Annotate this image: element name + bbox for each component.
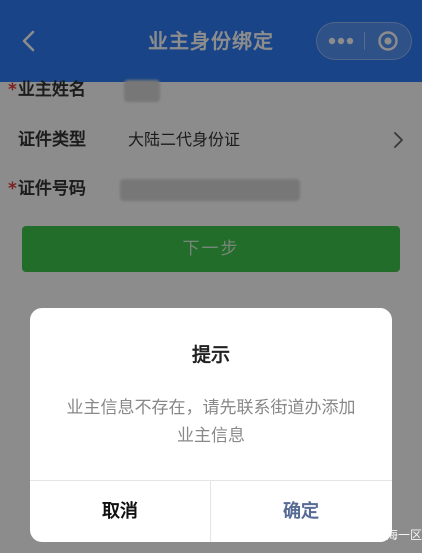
dialog-title: 提示 xyxy=(191,344,230,366)
wechat-official-account-icon xyxy=(301,526,320,541)
cancel-button[interactable]: 取消 xyxy=(30,481,210,542)
alert-dialog: 提示 业主信息不存在，请先联系街道办添加业主信息 取消 确定 xyxy=(30,308,392,542)
watermark-text: 富力城二期海一区 xyxy=(326,527,422,542)
watermark: 富力城二期海一区 xyxy=(300,522,422,546)
dialog-message: 业主信息不存在，请先联系街道办添加业主信息 xyxy=(66,398,356,446)
